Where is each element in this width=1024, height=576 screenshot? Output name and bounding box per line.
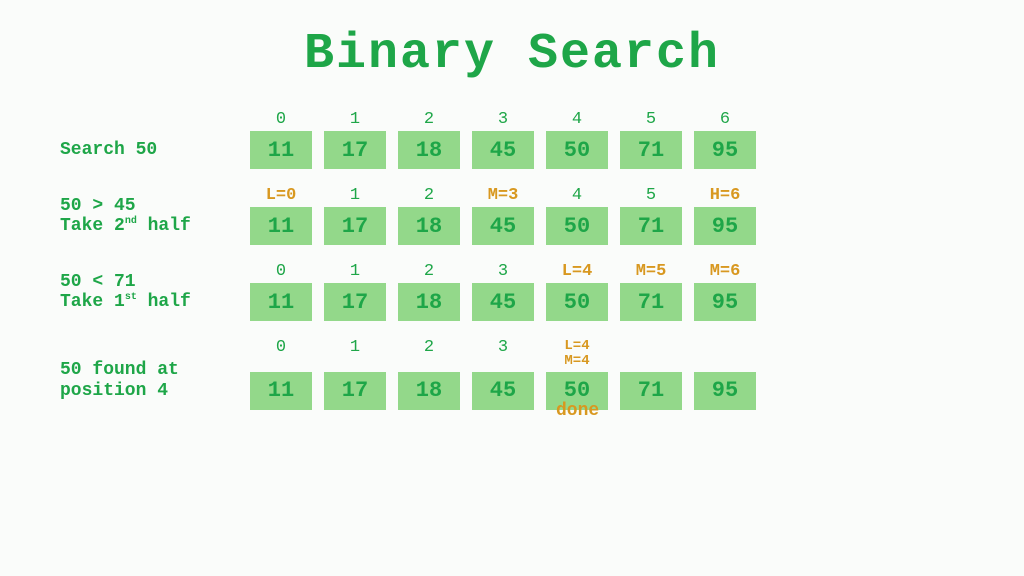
index-label: 4 — [546, 111, 608, 131]
index-label: 0 — [250, 263, 312, 283]
index-label: 2 — [398, 111, 460, 131]
array-cell: 17 — [324, 283, 386, 321]
array-cell: 17 — [324, 131, 386, 169]
step-row: 50 < 71Take 1st half0123 L=4 M=5 M=6 11 17 18 4… — [60, 263, 1024, 321]
index-label: M=5 — [620, 263, 682, 283]
array-cells: 11 17 18 45 50 71 95 — [250, 283, 756, 321]
array-cell: 45 — [472, 207, 534, 245]
array-column: 0123L=4 M=411171845507195 — [250, 339, 756, 410]
step-row: Search 50012345611171845507195 — [60, 111, 1024, 169]
index-label: 3 — [472, 339, 534, 372]
page-title: Binary Search — [0, 26, 1024, 83]
array-cell: 50 — [546, 283, 608, 321]
index-label: 5 — [620, 111, 682, 131]
step-label: Search 50 — [60, 140, 250, 169]
index-label: 3 — [472, 111, 534, 131]
array-cell: 95 — [694, 207, 756, 245]
index-label: 1 — [324, 187, 386, 207]
index-label: 1 — [324, 111, 386, 131]
array-cell: 18 — [398, 131, 460, 169]
array-cell: 45 — [472, 283, 534, 321]
index-label: 1 — [324, 339, 386, 372]
array-cell: 11 — [250, 207, 312, 245]
array-cells: 11 17 18 45 50 71 95 — [250, 131, 756, 169]
index-label: L=0 — [250, 187, 312, 207]
array-cells: 11171845507195 — [250, 372, 756, 410]
index-label: 6 — [694, 111, 756, 131]
step-label: 50 < 71Take 1st half — [60, 272, 250, 321]
index-label: 4 — [546, 187, 608, 207]
index-label — [620, 339, 682, 372]
array-cell: 17 — [324, 372, 386, 410]
array-cell: 45 — [472, 131, 534, 169]
index-row: L=0 12 M=3 45 H=6 — [250, 187, 756, 207]
array-cell: 18 — [398, 283, 460, 321]
index-row: 0123 L=4 M=4 — [250, 339, 756, 372]
index-label: M=6 — [694, 263, 756, 283]
array-column: 0123 L=4 M=5 M=6 11 17 18 45 50 71 95 — [250, 263, 756, 321]
array-cell: 95 — [694, 131, 756, 169]
index-label — [694, 339, 756, 372]
index-label: 0 — [250, 111, 312, 131]
diagram-stage: Search 5001234561117184550719550 > 45Tak… — [0, 111, 1024, 410]
index-label: M=3 — [472, 187, 534, 207]
index-label: 2 — [398, 339, 460, 372]
array-cell: 71 — [620, 207, 682, 245]
array-cell: 95 — [694, 372, 756, 410]
step-row: 50 > 45Take 2nd halfL=012M=345H=61117184… — [60, 187, 1024, 245]
array-cell: 18 — [398, 372, 460, 410]
array-cell: 95 — [694, 283, 756, 321]
step-row: 50 found atposition 40123 L=4 M=4 11 17 18 45… — [60, 339, 1024, 410]
index-label: 2 — [398, 187, 460, 207]
index-label: 0 — [250, 339, 312, 372]
index-row: 0123456 — [250, 111, 756, 131]
array-cell: 50 — [546, 131, 608, 169]
array-cell: 71 — [620, 131, 682, 169]
array-cell: 11 — [250, 372, 312, 410]
array-cell: 11 — [250, 283, 312, 321]
index-label: 2 — [398, 263, 460, 283]
array-cells: 11 17 18 45 50 71 95 — [250, 207, 756, 245]
index-label: L=4 M=4 — [546, 339, 608, 372]
array-column: L=012M=345H=611171845507195 — [250, 187, 756, 245]
array-cell: 71 — [620, 372, 682, 410]
array-cell: 17 — [324, 207, 386, 245]
done-note: done — [556, 401, 599, 421]
array-cell: 50 — [546, 207, 608, 245]
diagram-page: Binary Search Search 5001234561117184550… — [0, 0, 1024, 576]
step-label: 50 > 45Take 2nd half — [60, 196, 250, 245]
array-cell: 11 — [250, 131, 312, 169]
array-column: 012345611171845507195 — [250, 111, 756, 169]
index-row: 0123 L=4 M=5 M=6 — [250, 263, 756, 283]
array-cell: 45 — [472, 372, 534, 410]
array-cell: 18 — [398, 207, 460, 245]
index-label: 1 — [324, 263, 386, 283]
step-label: 50 found atposition 4 — [60, 360, 250, 409]
array-cell: 71 — [620, 283, 682, 321]
index-label: L=4 — [546, 263, 608, 283]
index-label: 5 — [620, 187, 682, 207]
index-label: 3 — [472, 263, 534, 283]
index-label: H=6 — [694, 187, 756, 207]
